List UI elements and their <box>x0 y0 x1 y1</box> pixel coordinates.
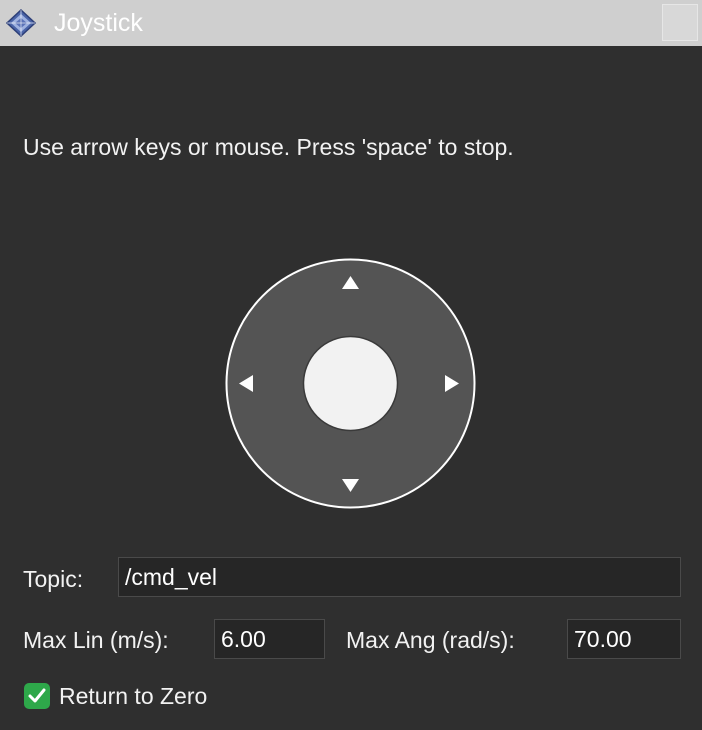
instructions-text: Use arrow keys or mouse. Press 'space' t… <box>23 134 514 160</box>
topic-label: Topic: <box>23 566 84 592</box>
diamond-app-icon <box>6 9 36 37</box>
window-title: Joystick <box>54 9 143 37</box>
max-ang-input[interactable] <box>567 619 681 659</box>
return-to-zero-checkbox[interactable] <box>24 683 50 709</box>
max-lin-label: Max Lin (m/s): <box>23 627 169 653</box>
max-lin-input[interactable] <box>214 619 325 659</box>
window-control-button[interactable] <box>662 4 698 41</box>
joystick-pad[interactable] <box>225 258 476 509</box>
title-bar[interactable]: Joystick <box>0 0 702 46</box>
joystick-knob[interactable] <box>302 335 399 432</box>
joystick-window: Joystick Use arrow keys or mouse. Press … <box>0 0 702 730</box>
return-to-zero-label[interactable]: Return to Zero <box>59 681 207 711</box>
checkmark-icon <box>28 688 46 703</box>
topic-input[interactable] <box>118 557 681 597</box>
max-ang-label: Max Ang (rad/s): <box>346 627 515 653</box>
